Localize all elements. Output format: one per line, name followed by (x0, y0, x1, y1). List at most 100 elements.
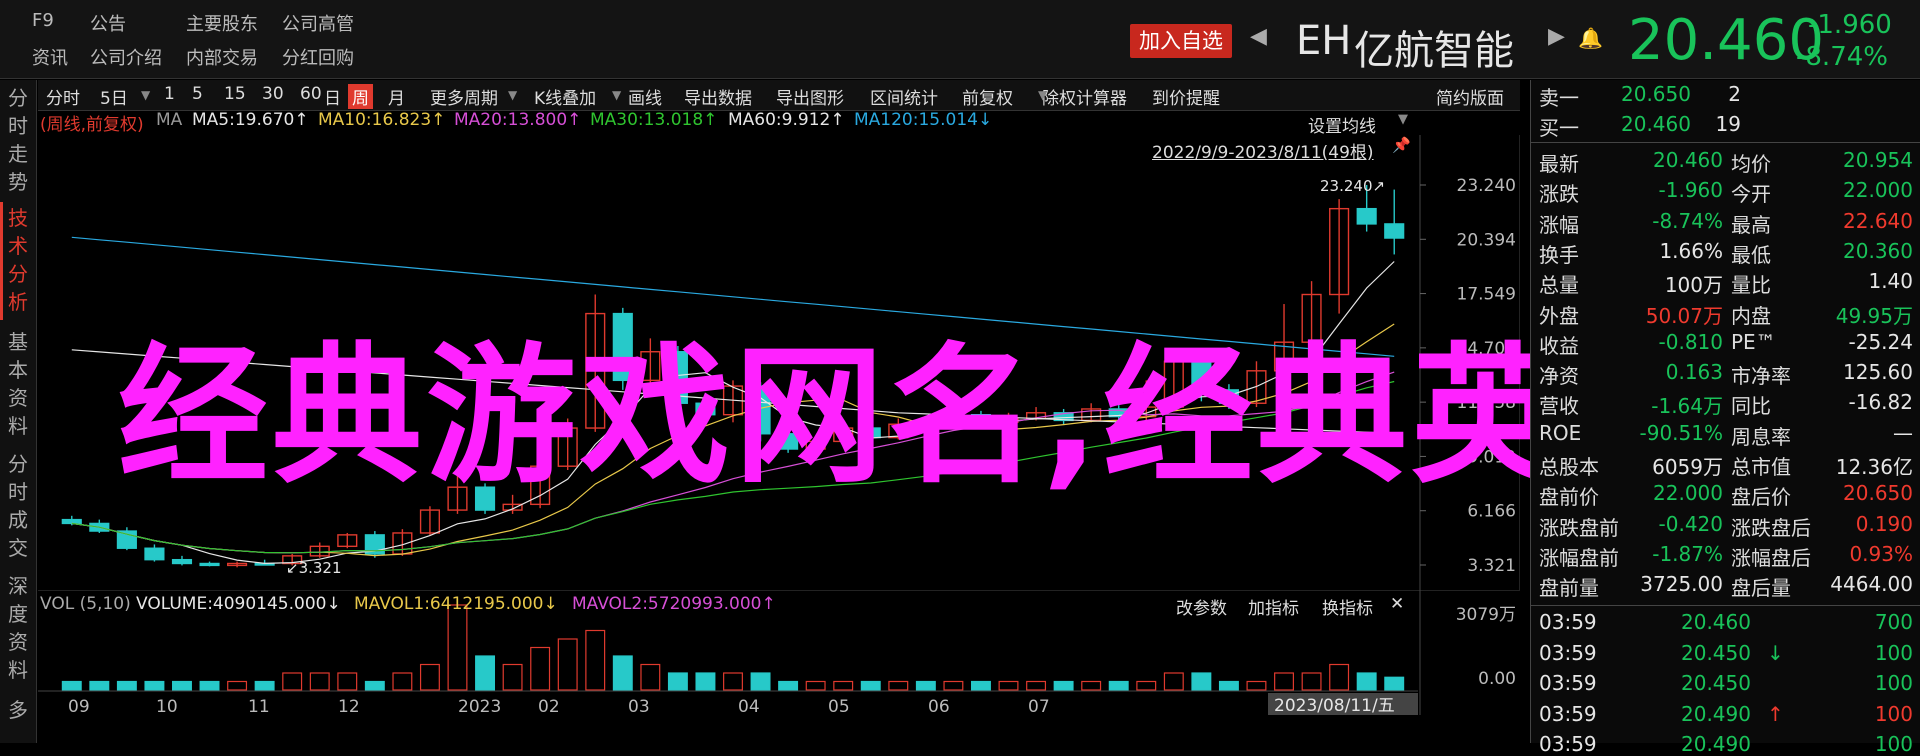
toolbar-item-18[interactable]: 到价提醒 (1152, 84, 1220, 109)
left-tab-2[interactable]: 基本资料 (7, 328, 29, 440)
stat-value: 6059万 (1652, 455, 1723, 479)
bell-icon[interactable]: 🔔 (1578, 26, 1603, 50)
stat-label: 盘前价 (1539, 485, 1599, 510)
volume-bar (1301, 672, 1322, 691)
close-icon[interactable]: ✕ (1390, 594, 1404, 614)
stat-value: 50.07万 (1645, 303, 1723, 328)
stat-label: 换手 (1539, 242, 1579, 267)
volume-bar (998, 680, 1019, 691)
nav-news[interactable]: 资讯 (32, 44, 68, 70)
toolbar-item-8[interactable]: 周 (348, 84, 373, 109)
volume-bar (860, 680, 881, 691)
vol-ytick-top: 3079万 (1456, 605, 1516, 625)
volume-bar (1081, 680, 1102, 691)
candle (144, 547, 165, 561)
x-tick-label: 05 (828, 697, 850, 715)
buy1-price: 20.460 (1621, 112, 1691, 136)
buy1-volume: 19 (1715, 112, 1741, 136)
trade-time: 03:59 (1539, 701, 1597, 726)
toolbar-item-9[interactable]: 月 (388, 84, 405, 109)
ma-label: MA (156, 110, 183, 130)
stat-label: 收益 (1539, 333, 1579, 358)
nav-company-intro[interactable]: 公司介绍 (90, 44, 162, 70)
add-indicator-button[interactable]: 加指标 (1248, 594, 1299, 619)
price-change-pct: -8.74% (1796, 42, 1888, 72)
volume-bar (1246, 680, 1267, 691)
dropdown-arrow-icon[interactable]: ▼ (141, 88, 150, 102)
stat-label: 涨幅盘后 (1731, 545, 1811, 570)
edit-params-button[interactable]: 改参数 (1176, 594, 1227, 619)
nav-dividend[interactable]: 分红回购 (282, 44, 354, 70)
stat-label: 最高 (1731, 212, 1771, 237)
vol-ytick-bottom: 0.00 (1478, 669, 1516, 689)
dropdown-arrow-icon[interactable]: ▼ (508, 88, 517, 102)
stat-label: 市净率 (1731, 364, 1791, 389)
volume-bar (667, 672, 688, 691)
toolbar-item-2[interactable]: 1 (164, 84, 175, 104)
trade-direction-icon: ↓ (1767, 640, 1784, 665)
volume-bar (475, 655, 496, 691)
left-tab-5[interactable]: 多 (7, 696, 29, 724)
add-watchlist-button[interactable]: 加入自选 (1130, 24, 1232, 58)
volume-bar (309, 672, 330, 691)
volume-bar (888, 680, 909, 691)
stat-value: -16.82 (1848, 390, 1913, 415)
nav-insider-trading[interactable]: 内部交易 (186, 44, 258, 70)
stat-value: 20.360 (1843, 238, 1913, 263)
stat-value: -0.810 (1658, 329, 1723, 354)
stat-value: 3725.00 (1640, 572, 1723, 597)
volume-bar (254, 680, 275, 691)
next-stock-icon[interactable]: ▶ (1548, 24, 1565, 49)
toolbar-item-10[interactable]: 更多周期 (430, 84, 498, 109)
toolbar-item-0[interactable]: 分时 (46, 84, 80, 109)
y-tick-label: 23.240 (1457, 176, 1516, 196)
x-tick-label: 11 (248, 697, 270, 715)
stat-value: 22.000 (1653, 481, 1723, 506)
stat-label: 外盘 (1539, 303, 1579, 328)
stat-label: 涨跌 (1539, 182, 1579, 207)
stat-value: -8.74% (1652, 208, 1723, 233)
toolbar-item-12[interactable]: 画线 (628, 84, 662, 109)
stat-value: 20.460 (1653, 148, 1723, 172)
toolbar-item-14[interactable]: 导出图形 (776, 84, 844, 109)
dropdown-arrow-icon[interactable]: ▼ (612, 88, 621, 102)
x-tick-label: 06 (928, 697, 950, 715)
ma-settings-button[interactable]: 设置均线 (1308, 112, 1376, 137)
dropdown-arrow-icon[interactable]: ▼ (1038, 88, 1047, 102)
ma5-value: MA5:19.670↑ (192, 110, 309, 130)
mavol1-value: MAVOL1:6412195.000↓ (354, 594, 558, 614)
switch-indicator-button[interactable]: 换指标 (1322, 594, 1373, 619)
settings-dropdown-icon[interactable]: ▼ (1398, 112, 1408, 127)
volume-bar (695, 672, 716, 691)
toolbar-item-17[interactable]: 除权计算器 (1042, 84, 1127, 109)
low-label: ↙3.321 (286, 559, 342, 577)
ma30-value: MA30:13.018↑ (590, 110, 718, 130)
left-tab-1[interactable]: 技术分析 (7, 204, 29, 316)
toolbar-item-3[interactable]: 5 (192, 84, 203, 104)
candle (171, 558, 193, 565)
stat-label: 同比 (1731, 394, 1771, 419)
nav-announcement[interactable]: 公告 (90, 10, 126, 36)
stat-label: 最新 (1539, 152, 1579, 176)
trade-price: 20.490 (1681, 732, 1751, 756)
toolbar-item-4[interactable]: 15 (224, 84, 246, 104)
nav-major-holders[interactable]: 主要股东 (186, 10, 258, 36)
toolbar-item-1[interactable]: 5日 (100, 84, 128, 109)
toolbar-item-11[interactable]: K线叠加 (534, 84, 596, 109)
prev-stock-icon[interactable]: ◀ (1250, 24, 1267, 49)
toolbar-item-16[interactable]: 前复权 (962, 84, 1013, 109)
volume-bar (1384, 676, 1405, 691)
toolbar-item-6[interactable]: 60 (300, 84, 322, 104)
nav-f9[interactable]: F9 (32, 10, 54, 31)
compact-layout-button[interactable]: 简约版面 (1436, 84, 1504, 109)
toolbar-item-5[interactable]: 30 (262, 84, 284, 104)
left-tab-3[interactable]: 分时成交 (7, 450, 29, 562)
toolbar-item-15[interactable]: 区间统计 (870, 84, 938, 109)
toolbar-item-7[interactable]: 日 (324, 84, 341, 109)
left-tab-4[interactable]: 深度资料 (7, 572, 29, 684)
vol-title: VOL (5,10) (40, 594, 131, 614)
left-tab-0[interactable]: 分时走势 (7, 84, 29, 196)
stat-label: 净资 (1539, 364, 1579, 389)
nav-executives[interactable]: 公司高管 (282, 10, 354, 36)
toolbar-item-13[interactable]: 导出数据 (684, 84, 752, 109)
